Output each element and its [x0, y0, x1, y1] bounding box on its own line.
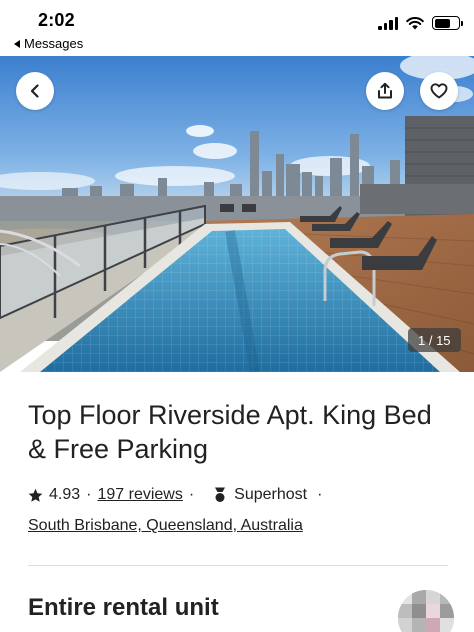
status-icons — [378, 16, 463, 30]
chevron-left-icon — [30, 84, 39, 98]
cellular-signal-icon — [378, 16, 398, 30]
back-to-messages-label: Messages — [24, 36, 84, 51]
location-link[interactable]: South Brisbane, Queensland, Australia — [28, 517, 303, 535]
separator-dot: · — [188, 486, 195, 503]
clock: 2:02 — [38, 10, 75, 30]
superhost-badge-icon — [215, 487, 226, 502]
rooftop-pool-photo — [0, 56, 474, 372]
rating-value: 4.93 — [49, 486, 81, 503]
save-to-wishlist-button[interactable] — [420, 72, 458, 110]
share-icon — [378, 82, 392, 99]
photo-counter: 1 / 15 — [408, 328, 461, 352]
property-type-heading: Entire rental unit — [28, 594, 219, 621]
star-icon — [28, 488, 43, 502]
back-button[interactable] — [16, 72, 54, 110]
wifi-icon — [406, 16, 424, 29]
share-button[interactable] — [366, 72, 404, 110]
host-avatar[interactable] — [398, 590, 454, 632]
trailing-dot: · — [317, 486, 323, 503]
listing-title: Top Floor Riverside Apt. King Bed & Free… — [28, 400, 432, 464]
listing-meta-row: 4.93 · 197 reviews · Superhost · — [28, 486, 328, 504]
battery-icon — [432, 16, 463, 30]
back-to-messages-link[interactable]: Messages — [14, 36, 83, 51]
status-bar: 2:02 Messages — [0, 0, 474, 56]
superhost-label: Superhost — [234, 486, 308, 503]
reviews-link[interactable]: 197 reviews — [97, 486, 182, 504]
separator-dot: · — [86, 486, 92, 503]
heart-icon — [430, 83, 448, 99]
section-divider — [28, 565, 448, 566]
back-triangle-icon — [14, 39, 20, 48]
photo-gallery[interactable]: 1 / 15 — [0, 56, 474, 372]
